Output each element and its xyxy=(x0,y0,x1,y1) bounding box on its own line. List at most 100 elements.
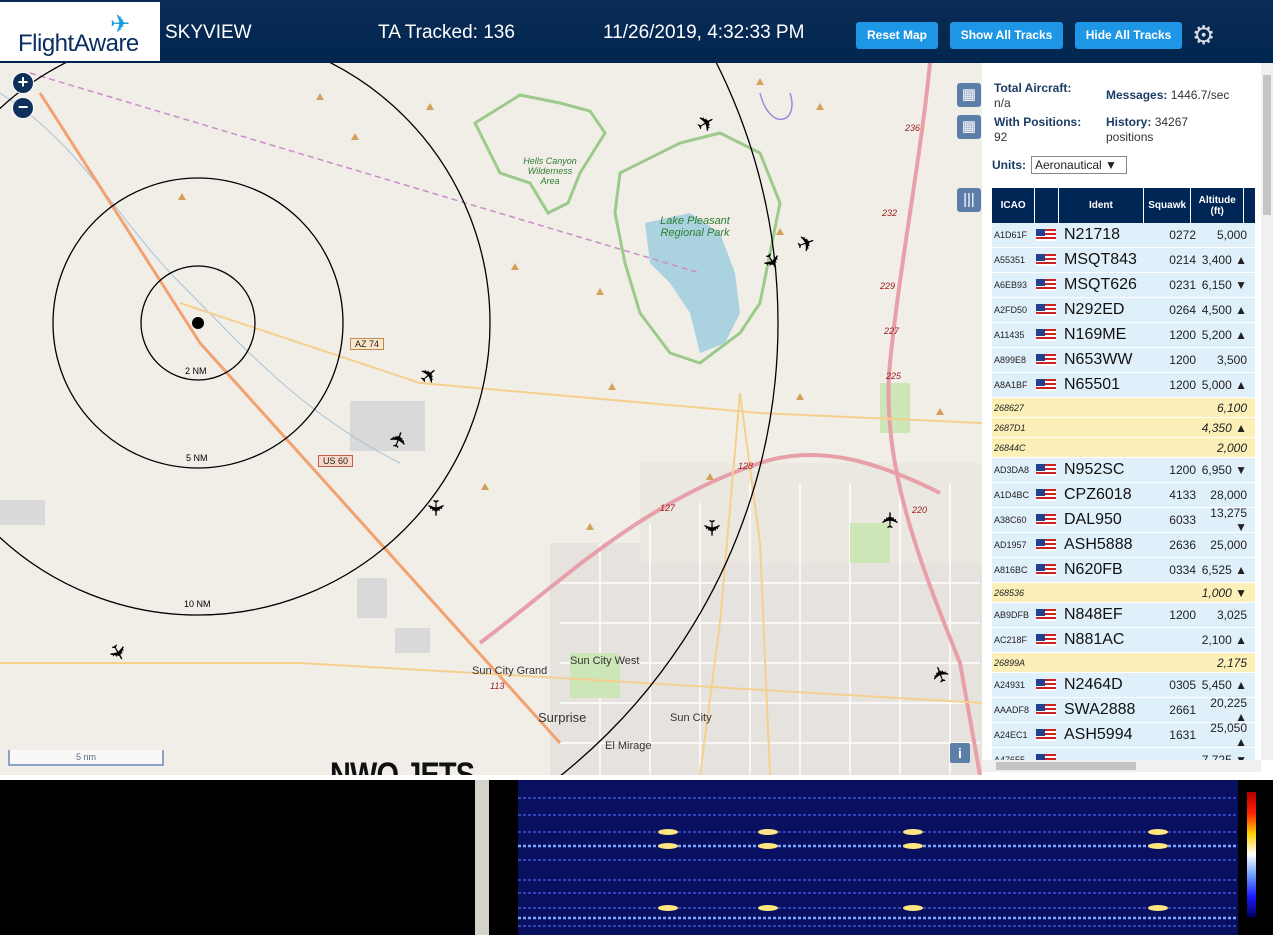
table-row[interactable]: 26844C 2,000 xyxy=(992,438,1255,458)
table-row[interactable]: AB9DFB N848EF 1200 3,025 xyxy=(992,603,1255,628)
cell-icao: A899E8 xyxy=(994,355,1027,365)
columns-toggle-icon[interactable]: ||| xyxy=(957,188,981,212)
cell-flag xyxy=(1036,726,1062,744)
panel-divider[interactable] xyxy=(475,780,489,935)
table-row[interactable]: A38C60 DAL950 6033 13,275 ▼ xyxy=(992,506,1255,534)
col-flag[interactable] xyxy=(1035,188,1059,223)
place-label: El Mirage xyxy=(605,740,652,752)
total-aircraft: Total Aircraft: n/a xyxy=(994,81,1071,111)
cell-icao: A11435 xyxy=(994,330,1025,340)
reset-map-button[interactable]: Reset Map xyxy=(856,22,938,49)
table-row[interactable]: A899E8 N653WW 1200 3,500 xyxy=(992,348,1255,373)
cell-flag xyxy=(1036,301,1062,319)
table-row[interactable]: AAADF8 SWA2888 2661 20,225 ▲ xyxy=(992,696,1255,724)
receiver-location xyxy=(192,317,204,329)
cell-flag xyxy=(1036,701,1062,719)
flightaware-logo[interactable]: FlightAware ✈ xyxy=(0,2,160,61)
aircraft-icon[interactable]: ✈ xyxy=(878,511,904,529)
cell-icao: 26844C xyxy=(994,442,1026,453)
cell-squawk: 0264 xyxy=(1169,303,1196,317)
table-row[interactable]: 2687D1 4,350 ▲ xyxy=(992,418,1255,438)
info-icon[interactable]: i xyxy=(950,743,970,763)
units-select[interactable]: Aeronautical ▼ xyxy=(1031,156,1127,174)
history-label: History: xyxy=(1106,115,1152,129)
cell-icao: A1D4BC xyxy=(994,490,1030,500)
table-row[interactable]: 268536 1,000 ▼ xyxy=(992,583,1255,603)
table-row[interactable]: A24EC1 ASH5994 1631 25,050 ▲ xyxy=(992,721,1255,749)
cell-icao: A1D61F xyxy=(994,230,1028,240)
table-row[interactable]: A816BC N620FB 0334 6,525 ▲ xyxy=(992,558,1255,583)
wilderness-boundary xyxy=(473,93,607,215)
cell-ident: CPZ6018 xyxy=(1064,486,1132,503)
clock-datetime: 11/26/2019, 4:32:33 PM xyxy=(603,22,805,43)
sidebar-horizontal-scrollbar[interactable] xyxy=(982,760,1261,772)
table-row[interactable]: A8A1BF N65501 1200 5,000 ▲ xyxy=(992,373,1255,398)
cell-ident: N65501 xyxy=(1064,376,1121,393)
col-squawk[interactable]: Squawk xyxy=(1144,188,1192,223)
cell-altitude: 5,450 ▲ xyxy=(1201,678,1247,692)
spectrogram-colorbar xyxy=(1247,792,1256,917)
col-ident[interactable]: Ident xyxy=(1059,188,1145,223)
show-all-tracks-button[interactable]: Show All Tracks xyxy=(950,22,1063,49)
cell-ident: N848EF xyxy=(1064,606,1123,623)
cell-squawk: 4133 xyxy=(1169,488,1196,502)
map-layers-icon[interactable]: ▦ xyxy=(957,83,981,107)
sidebar-vertical-scrollbar[interactable] xyxy=(1261,63,1273,760)
cell-ident: N2464D xyxy=(1064,676,1123,693)
cell-flag xyxy=(1036,351,1062,369)
cell-altitude: 6,100 xyxy=(1216,400,1247,415)
table-row[interactable]: 26899A 2,175 xyxy=(992,653,1255,673)
cell-altitude: 2,000 xyxy=(1216,440,1247,455)
cell-altitude: 5,000 ▲ xyxy=(1201,378,1247,392)
table-body: A1D61F N21718 0272 5,000 A55351 MSQT843 0214 3,… xyxy=(992,223,1255,773)
spectrogram-burst xyxy=(658,843,678,849)
us-flag-icon xyxy=(1036,463,1056,476)
table-row[interactable]: 268627 6,100 xyxy=(992,398,1255,418)
aircraft-icon[interactable]: ✈ xyxy=(422,499,448,517)
cell-ident: MSQT626 xyxy=(1064,276,1137,293)
top-bar: FlightAware ✈ SKYVIEW TA Tracked: 136 11… xyxy=(0,0,1273,63)
industrial-area xyxy=(357,578,387,618)
cell-squawk: 0214 xyxy=(1169,253,1196,267)
table-row[interactable]: A1D4BC CPZ6018 4133 28,000 xyxy=(992,483,1255,508)
col-altitude[interactable]: Altitude (ft) xyxy=(1191,188,1245,223)
cell-flag xyxy=(1036,486,1062,504)
hide-all-tracks-button[interactable]: Hide All Tracks xyxy=(1075,22,1182,49)
spectrogram-burst xyxy=(758,905,778,911)
cell-flag xyxy=(1036,461,1062,479)
table-row[interactable]: AD1957 ASH5888 2636 25,000 xyxy=(992,533,1255,558)
gear-icon[interactable]: ⚙ xyxy=(1192,20,1215,51)
us-flag-icon xyxy=(1036,728,1056,741)
aircraft-icon[interactable]: ✈ xyxy=(698,519,724,537)
table-row[interactable]: A24931 N2464D 0305 5,450 ▲ xyxy=(992,673,1255,698)
cell-icao: 268536 xyxy=(994,587,1025,598)
cell-squawk: 0272 xyxy=(1169,228,1196,242)
cell-flag xyxy=(1036,676,1062,694)
table-row[interactable]: AD3DA8 N952SC 1200 6,950 ▼ xyxy=(992,458,1255,483)
cell-squawk: 1200 xyxy=(1169,378,1196,392)
zoom-out-button[interactable]: − xyxy=(12,97,34,119)
table-row[interactable]: AC218F N881AC 2,100 ▲ xyxy=(992,628,1255,653)
cell-squawk: 1200 xyxy=(1169,353,1196,367)
us-flag-icon xyxy=(1036,228,1056,241)
spectrogram-burst xyxy=(1148,843,1168,849)
cell-altitude: 25,000 xyxy=(1210,538,1247,552)
us-flag-icon xyxy=(1036,378,1056,391)
table-row[interactable]: A55351 MSQT843 0214 3,400 ▲ xyxy=(992,248,1255,273)
col-icao[interactable]: ICAO xyxy=(992,188,1036,223)
history-value: 34267 xyxy=(1154,115,1189,129)
us-flag-icon xyxy=(1036,488,1056,501)
cell-icao: 268627 xyxy=(994,402,1025,413)
map-view[interactable]: Hells Canyon Wilderness Area Lake Pleasa… xyxy=(0,63,982,775)
units-label: Units: xyxy=(992,158,1026,172)
table-row[interactable]: A1D61F N21718 0272 5,000 xyxy=(992,223,1255,248)
zoom-in-button[interactable]: + xyxy=(12,72,34,94)
scroll-thumb[interactable] xyxy=(1263,75,1271,215)
cell-icao: AAADF8 xyxy=(994,705,1030,715)
grid-icon[interactable]: ▦ xyxy=(957,115,981,139)
ring-label: 10 NM xyxy=(184,599,211,609)
table-row[interactable]: A6EB93 MSQT626 0231 6,150 ▼ xyxy=(992,273,1255,298)
scroll-thumb[interactable] xyxy=(996,762,1136,770)
table-row[interactable]: A2FD50 N292ED 0264 4,500 ▲ xyxy=(992,298,1255,323)
table-row[interactable]: A11435 N169ME 1200 5,200 ▲ xyxy=(992,323,1255,348)
